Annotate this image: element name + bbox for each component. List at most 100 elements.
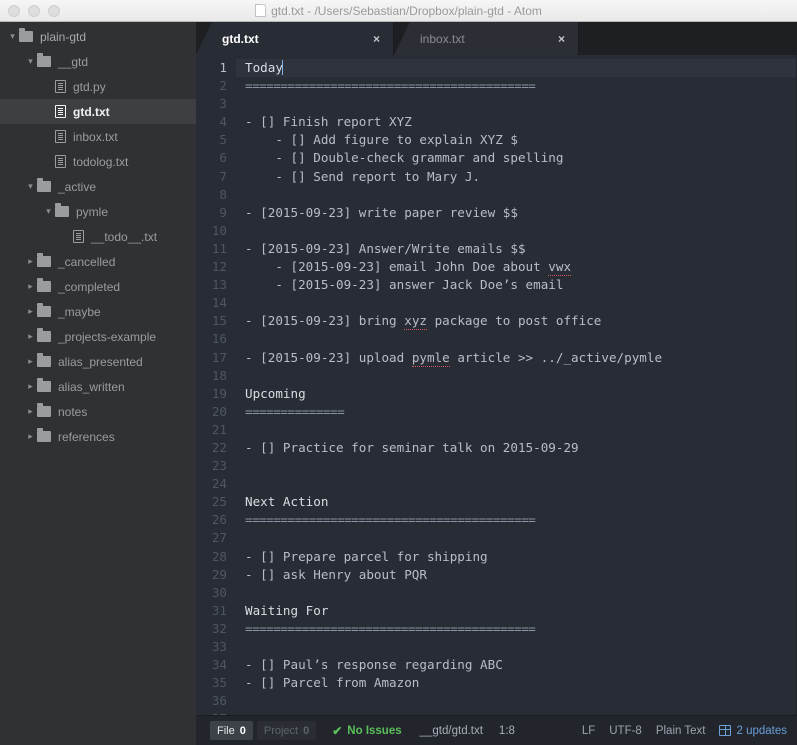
editor-line[interactable]: - [2015-09-23] bring xyz package to post…	[245, 312, 797, 331]
tree-item--todo-txt[interactable]: __todo__.txt	[0, 224, 196, 249]
chevron-right-icon[interactable]: ▸	[24, 257, 37, 266]
tree-view[interactable]: ▾ plain-gtd ▾ __gtd gtd.py gtd.txt inbox.txt to…	[0, 22, 196, 745]
line-number: 36	[211, 693, 227, 709]
editor-line[interactable]: - [] Double-check grammar and spelling	[245, 149, 797, 167]
editor-line[interactable]: - [] Practice for seminar talk on 2015-0…	[245, 439, 797, 457]
chevron-down-icon[interactable]: ▾	[24, 182, 37, 191]
editor-line[interactable]: - [2015-09-23] Answer/Write emails $$	[245, 240, 797, 258]
zoom-button[interactable]	[48, 4, 60, 17]
tree-item--gtd[interactable]: ▾ __gtd	[0, 49, 196, 74]
editor-line[interactable]	[245, 186, 797, 204]
tab-close-icon[interactable]: ×	[524, 32, 565, 46]
status-bar-right: LF UTF-8 Plain Text 2 updates	[582, 725, 787, 737]
tree-item-label: _active	[58, 179, 97, 194]
tree-item--projects-example[interactable]: ▸ _projects-example	[0, 324, 196, 349]
line-text: - [2015-09-23] bring	[245, 313, 405, 329]
chevron-down-icon[interactable]: ▾	[24, 57, 37, 66]
editor-line[interactable]: ========================================…	[245, 620, 797, 638]
cursor-position-status[interactable]: 1:8	[499, 725, 515, 737]
tree-item-alias-presented[interactable]: ▸ alias_presented	[0, 349, 196, 374]
editor-line[interactable]	[245, 638, 797, 656]
line-text: - [] Paul’s response regarding ABC	[245, 657, 503, 673]
editor-line[interactable]: - [] Prepare parcel for shipping	[245, 548, 797, 566]
editor-line[interactable]: ==============	[245, 403, 797, 421]
line-number: 20	[211, 403, 227, 419]
tree-item--maybe[interactable]: ▸ _maybe	[0, 299, 196, 324]
editor-line[interactable]: - [] Finish report XYZ	[245, 113, 797, 131]
editor-line[interactable]: - [] Send report to Mary J.	[245, 168, 797, 186]
folder-icon	[37, 303, 51, 317]
tree-item--active[interactable]: ▾ _active	[0, 174, 196, 199]
minimize-button[interactable]	[28, 4, 40, 17]
line-ending-status[interactable]: LF	[582, 725, 595, 737]
tree-item-inbox-txt[interactable]: inbox.txt	[0, 124, 196, 149]
tree-item--cancelled[interactable]: ▸ _cancelled	[0, 249, 196, 274]
line-text: ========================================…	[245, 78, 536, 94]
window-controls[interactable]	[0, 4, 60, 17]
tree-item-notes[interactable]: ▸ notes	[0, 399, 196, 424]
line-number: 22	[211, 439, 227, 455]
editor-line[interactable]	[245, 95, 797, 113]
updates-status[interactable]: 2 updates	[719, 725, 787, 737]
tab-inbox-txt[interactable]: inbox.txt ×	[394, 22, 579, 55]
editor-line[interactable]	[245, 457, 797, 475]
chevron-right-icon[interactable]: ▸	[24, 282, 37, 291]
editor-line[interactable]: ========================================…	[245, 77, 797, 95]
tab-close-icon[interactable]: ×	[339, 32, 380, 46]
chevron-right-icon[interactable]: ▸	[24, 432, 37, 441]
editor-line[interactable]	[245, 222, 797, 240]
tab-gtd-txt[interactable]: gtd.txt ×	[196, 22, 394, 55]
file-path-status[interactable]: __gtd/gtd.txt	[420, 725, 483, 737]
tree-item-gtd-py[interactable]: gtd.py	[0, 74, 196, 99]
editor-line[interactable]: Upcoming	[245, 385, 797, 403]
editor-line[interactable]	[245, 475, 797, 493]
editor-line[interactable]	[245, 330, 797, 348]
tab-bar[interactable]: gtd.txt × inbox.txt ×	[196, 22, 797, 55]
tree-item-references[interactable]: ▸ references	[0, 424, 196, 449]
linter-file-badge[interactable]: File 0	[210, 721, 253, 740]
tree-item-pymle[interactable]: ▾ pymle	[0, 199, 196, 224]
tree-item-todolog-txt[interactable]: todolog.txt	[0, 149, 196, 174]
tree-item-alias-written[interactable]: ▸ alias_written	[0, 374, 196, 399]
linter-project-badge[interactable]: Project 0	[256, 721, 317, 740]
chevron-right-icon[interactable]: ▸	[24, 332, 37, 341]
chevron-right-icon[interactable]: ▸	[24, 382, 37, 391]
editor-line[interactable]: - [] ask Henry about PQR	[245, 566, 797, 584]
editor-line[interactable]: - [2015-09-23] write paper review $$	[245, 204, 797, 222]
editor-line[interactable]: - [2015-09-23] email John Doe about vwx	[245, 258, 797, 277]
editor-line[interactable]: - [] Paul’s response regarding ABC	[245, 656, 797, 674]
text-editor[interactable]: 1 2 3 4 5 6 7 8 9 10 11 12 13 14 15 16 17 18 19 20 21 22 23 24 2…	[196, 55, 797, 715]
editor-line[interactable]	[245, 584, 797, 602]
editor-line[interactable]: - [2015-09-23] answer Jack Doe’s email	[245, 276, 797, 294]
editor-content[interactable]: Today ===================================…	[236, 55, 797, 715]
close-button[interactable]	[8, 4, 20, 17]
chevron-down-icon[interactable]: ▾	[42, 207, 55, 216]
encoding-status[interactable]: UTF-8	[609, 725, 642, 737]
chevron-right-icon[interactable]: ▸	[24, 357, 37, 366]
editor-line[interactable]: Next Action	[245, 493, 797, 511]
line-text: Next Action	[245, 494, 329, 510]
misspelled-word: pymle	[411, 349, 450, 367]
editor-line[interactable]: - [2015-09-23] upload pymle article >> .…	[245, 349, 797, 367]
chevron-right-icon[interactable]: ▸	[24, 307, 37, 316]
folder-icon	[37, 378, 51, 392]
tree-item--completed[interactable]: ▸ _completed	[0, 274, 196, 299]
tree-item-label: alias_written	[58, 379, 125, 394]
editor-line[interactable]	[245, 529, 797, 547]
grammar-status[interactable]: Plain Text	[656, 725, 706, 737]
editor-line[interactable]: Waiting For	[245, 602, 797, 620]
tree-item-plain-gtd[interactable]: ▾ plain-gtd	[0, 24, 196, 49]
editor-line[interactable]: ========================================…	[245, 511, 797, 529]
chevron-down-icon[interactable]: ▾	[6, 32, 19, 41]
editor-line[interactable]: - [] Parcel from Amazon	[245, 674, 797, 692]
editor-line[interactable]: - [] Add figure to explain XYZ $	[245, 131, 797, 149]
editor-line[interactable]: Today	[236, 59, 797, 78]
no-issues-status[interactable]: ✔ No Issues	[332, 724, 401, 738]
chevron-right-icon[interactable]: ▸	[24, 407, 37, 416]
editor-line[interactable]	[245, 367, 797, 385]
editor-line[interactable]	[245, 710, 797, 715]
editor-line[interactable]	[245, 294, 797, 312]
editor-line[interactable]	[245, 692, 797, 710]
editor-line[interactable]	[245, 421, 797, 439]
tree-item-gtd-txt[interactable]: gtd.txt	[0, 99, 196, 124]
